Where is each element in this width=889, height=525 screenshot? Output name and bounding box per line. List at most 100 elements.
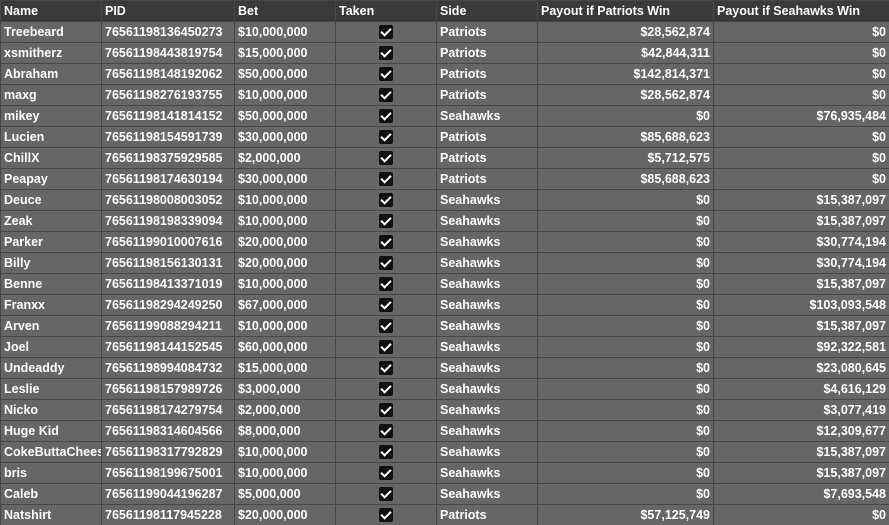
payout-patriots-cell[interactable]: $57,125,749 [537,504,714,525]
taken-cell[interactable] [335,63,437,85]
taken-cell[interactable] [335,420,437,442]
name-cell[interactable]: xsmitherz [0,42,102,64]
payout-seahawks-cell[interactable]: $0 [713,126,889,148]
payout-seahawks-cell[interactable]: $0 [713,147,889,169]
pid-cell[interactable]: 76561198174630194 [101,168,235,190]
name-cell[interactable]: Benne [0,273,102,295]
name-cell[interactable]: Leslie [0,378,102,400]
side-cell[interactable]: Patriots [436,504,538,525]
payout-seahawks-cell[interactable]: $4,616,129 [713,378,889,400]
column-header-taken[interactable]: Taken [335,0,437,22]
bet-cell[interactable]: $10,000,000 [234,273,336,295]
bet-cell[interactable]: $60,000,000 [234,336,336,358]
payout-seahawks-cell[interactable]: $0 [713,63,889,85]
pid-cell[interactable]: 76561198413371019 [101,273,235,295]
name-cell[interactable]: Billy [0,252,102,274]
taken-cell[interactable] [335,504,437,525]
taken-checkbox[interactable] [379,360,393,375]
payout-patriots-cell[interactable]: $0 [537,336,714,358]
payout-patriots-cell[interactable]: $0 [537,378,714,400]
taken-checkbox[interactable] [379,465,393,480]
taken-cell[interactable] [335,189,437,211]
taken-cell[interactable] [335,294,437,316]
bet-cell[interactable]: $20,000,000 [234,252,336,274]
bet-cell[interactable]: $67,000,000 [234,294,336,316]
pid-cell[interactable]: 76561198294249250 [101,294,235,316]
side-cell[interactable]: Patriots [436,147,538,169]
payout-seahawks-cell[interactable]: $15,387,097 [713,315,889,337]
column-header-bet[interactable]: Bet [234,0,336,22]
payout-seahawks-cell[interactable]: $15,387,097 [713,462,889,484]
column-header-name[interactable]: Name [0,0,102,22]
bet-cell[interactable]: $5,000,000 [234,483,336,505]
side-cell[interactable]: Seahawks [436,441,538,463]
side-cell[interactable]: Patriots [436,42,538,64]
taken-checkbox[interactable] [379,444,393,459]
name-cell[interactable]: Nicko [0,399,102,421]
taken-checkbox[interactable] [379,192,393,207]
side-cell[interactable]: Seahawks [436,462,538,484]
pid-cell[interactable]: 76561198144152545 [101,336,235,358]
payout-seahawks-cell[interactable]: $0 [713,504,889,525]
payout-patriots-cell[interactable]: $0 [537,252,714,274]
taken-cell[interactable] [335,21,437,43]
bet-cell[interactable]: $20,000,000 [234,231,336,253]
pid-cell[interactable]: 76561198148192062 [101,63,235,85]
name-cell[interactable]: mikey [0,105,102,127]
taken-cell[interactable] [335,378,437,400]
taken-cell[interactable] [335,210,437,232]
taken-checkbox[interactable] [379,423,393,438]
column-header-side[interactable]: Side [436,0,538,22]
side-cell[interactable]: Seahawks [436,483,538,505]
pid-cell[interactable]: 76561198157989726 [101,378,235,400]
taken-checkbox[interactable] [379,276,393,291]
side-cell[interactable]: Patriots [436,63,538,85]
taken-cell[interactable] [335,315,437,337]
taken-checkbox[interactable] [379,150,393,165]
taken-cell[interactable] [335,147,437,169]
side-cell[interactable]: Patriots [436,168,538,190]
side-cell[interactable]: Seahawks [436,399,538,421]
pid-cell[interactable]: 76561198199675001 [101,462,235,484]
payout-seahawks-cell[interactable]: $0 [713,42,889,64]
taken-checkbox[interactable] [379,66,393,81]
taken-checkbox[interactable] [379,234,393,249]
name-cell[interactable]: maxg [0,84,102,106]
name-cell[interactable]: Arven [0,315,102,337]
payout-patriots-cell[interactable]: $42,844,311 [537,42,714,64]
pid-cell[interactable]: 76561198154591739 [101,126,235,148]
bet-cell[interactable]: $10,000,000 [234,315,336,337]
side-cell[interactable]: Patriots [436,84,538,106]
pid-cell[interactable]: 76561198117945228 [101,504,235,525]
name-cell[interactable]: Joel [0,336,102,358]
name-cell[interactable]: Treebeard [0,21,102,43]
payout-patriots-cell[interactable]: $142,814,371 [537,63,714,85]
taken-cell[interactable] [335,357,437,379]
pid-cell[interactable]: 76561198141814152 [101,105,235,127]
bet-cell[interactable]: $10,000,000 [234,210,336,232]
pid-cell[interactable]: 76561198008003052 [101,189,235,211]
payout-seahawks-cell[interactable]: $0 [713,21,889,43]
side-cell[interactable]: Seahawks [436,357,538,379]
payout-patriots-cell[interactable]: $0 [537,231,714,253]
taken-checkbox[interactable] [379,486,393,501]
payout-patriots-cell[interactable]: $0 [537,273,714,295]
column-header-payout-seahawks[interactable]: Payout if Seahawks Win [713,0,889,22]
bet-cell[interactable]: $30,000,000 [234,126,336,148]
side-cell[interactable]: Seahawks [436,273,538,295]
pid-cell[interactable]: 76561198174279754 [101,399,235,421]
name-cell[interactable]: Natshirt [0,504,102,525]
taken-cell[interactable] [335,336,437,358]
taken-checkbox[interactable] [379,24,393,39]
bet-cell[interactable]: $8,000,000 [234,420,336,442]
taken-checkbox[interactable] [379,318,393,333]
name-cell[interactable]: Franxx [0,294,102,316]
bet-cell[interactable]: $30,000,000 [234,168,336,190]
name-cell[interactable]: Caleb [0,483,102,505]
pid-cell[interactable]: 76561198136450273 [101,21,235,43]
taken-checkbox[interactable] [379,171,393,186]
pid-cell[interactable]: 76561198198339094 [101,210,235,232]
payout-patriots-cell[interactable]: $28,562,874 [537,84,714,106]
payout-seahawks-cell[interactable]: $0 [713,168,889,190]
taken-cell[interactable] [335,231,437,253]
